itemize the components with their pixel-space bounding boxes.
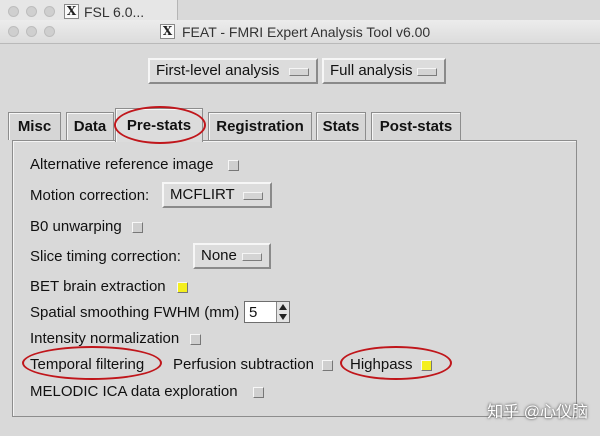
intensity-normalization-label: Intensity normalization xyxy=(30,330,180,347)
window-titlebar[interactable]: X FEAT - FMRI Expert Analysis Tool v6.00 xyxy=(0,20,600,44)
menu-indicator-icon xyxy=(289,68,309,76)
analysis-level-value: First-level analysis xyxy=(156,62,280,79)
minimize-window-button[interactable] xyxy=(26,26,37,37)
spatial-smoothing-label: Spatial smoothing FWHM (mm) xyxy=(30,304,240,321)
motion-correction-value: MCFLIRT xyxy=(170,186,235,203)
close-window-button[interactable] xyxy=(8,26,19,37)
highpass-checkbox[interactable] xyxy=(421,360,432,371)
slice-timing-menu[interactable]: None xyxy=(193,243,271,269)
perfusion-subtraction-label: Perfusion subtraction xyxy=(173,356,314,373)
spin-up-icon[interactable] xyxy=(279,304,287,310)
temporal-filtering-label: Temporal filtering xyxy=(30,356,145,373)
menu-indicator-icon xyxy=(242,253,262,261)
tab-post-stats[interactable]: Post-stats xyxy=(371,112,461,140)
melodic-ica-label: MELODIC ICA data exploration xyxy=(30,383,238,400)
x11-icon: X xyxy=(64,4,79,19)
b0-unwarping-label: B0 unwarping xyxy=(30,218,122,235)
tab-misc[interactable]: Misc xyxy=(8,112,61,140)
minimize-window-button[interactable] xyxy=(26,6,37,17)
watermark: 知乎 @心仪脑 xyxy=(487,404,588,421)
alternative-reference-checkbox[interactable] xyxy=(228,160,239,171)
zoom-window-button[interactable] xyxy=(44,26,55,37)
highpass-label: Highpass xyxy=(350,356,413,373)
intensity-normalization-checkbox[interactable] xyxy=(190,334,201,345)
close-window-button[interactable] xyxy=(8,6,19,17)
tab-stats[interactable]: Stats xyxy=(316,112,366,140)
analysis-type-menu[interactable]: Full analysis xyxy=(322,58,446,84)
b0-unwarping-checkbox[interactable] xyxy=(132,222,143,233)
alternative-reference-label: Alternative reference image xyxy=(30,156,214,173)
motion-correction-label: Motion correction: xyxy=(30,187,150,204)
bet-brain-extraction-label: BET brain extraction xyxy=(30,278,166,295)
spatial-smoothing-value: 5 xyxy=(249,304,258,321)
analysis-type-value: Full analysis xyxy=(330,62,413,79)
perfusion-subtraction-checkbox[interactable] xyxy=(322,360,333,371)
menu-indicator-icon xyxy=(243,192,263,200)
analysis-level-menu[interactable]: First-level analysis xyxy=(148,58,318,84)
menu-indicator-icon xyxy=(417,68,437,76)
slice-timing-value: None xyxy=(201,247,237,264)
zoom-window-button[interactable] xyxy=(44,6,55,17)
motion-correction-menu[interactable]: MCFLIRT xyxy=(162,182,272,208)
spatial-smoothing-spinbox[interactable]: 5 xyxy=(244,301,290,323)
tab-pre-stats[interactable]: Pre-stats xyxy=(115,108,203,142)
background-window-title: FSL 6.0... xyxy=(84,4,145,20)
window-title: FEAT - FMRI Expert Analysis Tool v6.00 xyxy=(182,24,431,40)
slice-timing-label: Slice timing correction: xyxy=(30,248,181,265)
spin-arrows[interactable] xyxy=(276,302,289,322)
bet-brain-extraction-checkbox[interactable] xyxy=(177,282,188,293)
tab-registration[interactable]: Registration xyxy=(208,112,312,140)
melodic-ica-checkbox[interactable] xyxy=(253,387,264,398)
x11-icon: X xyxy=(160,24,175,39)
tab-data[interactable]: Data xyxy=(66,112,114,140)
spin-down-icon[interactable] xyxy=(279,314,287,320)
